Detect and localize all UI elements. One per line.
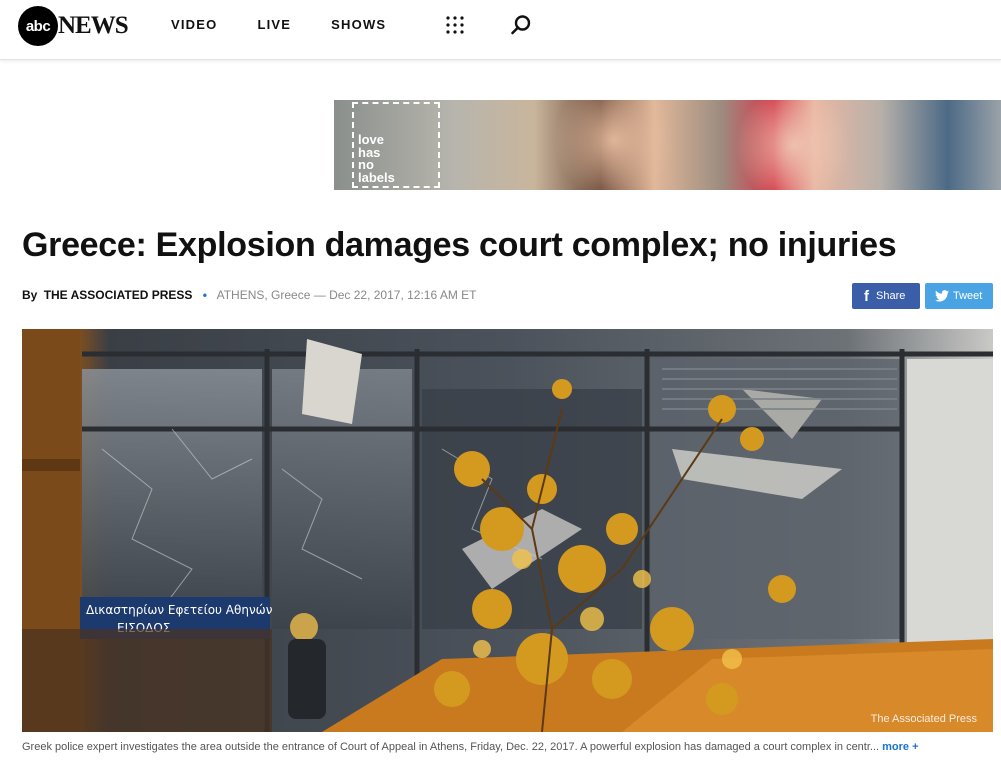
twitter-share-label: Tweet [953,290,983,302]
site-header: abc NEWS VIDEO LIVE SHOWS [0,0,1001,60]
ad-badge-line: labels [358,169,395,185]
article-headline: Greece: Explosion damages court complex;… [22,226,897,264]
nav-item-video[interactable]: VIDEO [171,17,217,33]
caption-text: Greek police expert investigates the are… [22,741,880,753]
caption-more-link[interactable]: more + [882,741,918,753]
facebook-share-button[interactable]: f Share [852,283,920,309]
facebook-share-label: Share [876,290,906,302]
article-hero-image[interactable]: Δικαστηρίων Εφετείου Αθηνών ΕΙΣΟΔΟΣ The … [22,329,993,732]
advertisement-banner[interactable]: love has no labels [334,100,1001,190]
byline-dateline: ATHENS, Greece — Dec 22, 2017, 12:16 AM … [216,288,477,302]
byline-author[interactable]: THE ASSOCIATED PRESS [44,288,193,302]
nav-item-live[interactable]: LIVE [257,17,291,33]
byline: By THE ASSOCIATED PRESS • ATHENS, Greece… [22,288,477,302]
logo-mark: abc [18,6,58,46]
search-icon[interactable] [510,14,532,36]
image-caption: Greek police expert investigates the are… [22,741,993,753]
abc-news-logo[interactable]: abc NEWS [18,6,129,46]
byline-prefix: By [22,288,38,302]
hero-photo: Δικαστηρίων Εφετείου Αθηνών ΕΙΣΟΔΟΣ [22,329,993,732]
main-nav: VIDEO LIVE SHOWS [171,17,426,33]
grid-menu-icon[interactable] [446,16,464,34]
nav-item-shows[interactable]: SHOWS [331,17,386,33]
ad-badge: love has no labels [352,102,440,188]
logo-text: NEWS [58,12,129,39]
twitter-icon [935,290,949,302]
photo-credit: The Associated Press [870,713,977,725]
hero-sign-text-line1: Δικαστηρίων Εφετείου Αθηνών [86,603,273,617]
twitter-share-button[interactable]: Tweet [925,283,993,309]
byline-separator: • [202,288,207,302]
facebook-icon: f [864,287,869,305]
